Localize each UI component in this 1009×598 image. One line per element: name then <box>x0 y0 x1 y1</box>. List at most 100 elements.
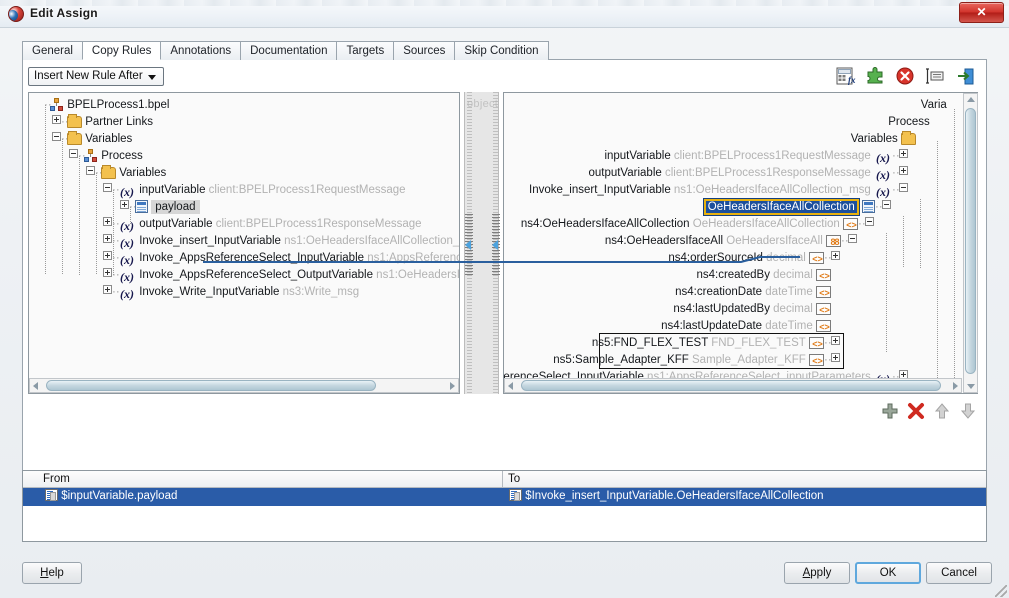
tree-node[interactable]: ··(x) inputVariable client:BPELProcess1R… <box>103 182 406 198</box>
collapse-icon[interactable] <box>882 200 891 209</box>
scroll-right-icon-2[interactable] <box>953 382 958 390</box>
scroll-left-icon-2[interactable] <box>508 382 513 390</box>
expand-icon[interactable] <box>103 268 112 277</box>
node-label[interactable]: Variables <box>85 133 132 145</box>
expand-icon[interactable] <box>103 217 112 226</box>
node-label[interactable]: inputVariable <box>604 150 670 162</box>
tree-node[interactable]: ns4:creationDate dateTime <box>675 284 840 301</box>
expand-icon[interactable] <box>103 234 112 243</box>
node-label[interactable]: Partner Links <box>85 116 153 128</box>
table-row[interactable]: $inputVariable.payload $Invoke_insert_In… <box>23 488 986 506</box>
node-label[interactable]: Process <box>888 116 930 128</box>
node-label[interactable]: outputVariable <box>139 218 212 230</box>
tree-node[interactable]: ·· Variables <box>86 165 166 181</box>
tree-splitter[interactable]: object <box>464 92 500 394</box>
node-label[interactable]: Process <box>101 150 143 162</box>
tree-node[interactable]: ··(x) Invoke_AppsReferenceSelect_InputVa… <box>103 250 459 266</box>
node-label[interactable]: Invoke_AppsReferenceSelect_OutputVariabl… <box>139 269 373 281</box>
scroll-right-icon[interactable] <box>450 382 455 390</box>
delete-rule-button[interactable] <box>906 401 926 421</box>
collapse-icon[interactable] <box>865 217 874 226</box>
node-label[interactable]: Invoke_AppsReferenceSelect_InputVariable <box>139 252 364 264</box>
tree-node[interactable]: ns4:OeHeadersIfaceAll OeHeadersIfaceAll … <box>605 233 857 250</box>
source-tree-hscrollbar[interactable] <box>29 378 459 393</box>
goto-icon[interactable] <box>954 65 976 87</box>
tree-node[interactable]: ··(x) Invoke_Write_InputVariable ns3:Wri… <box>103 284 359 300</box>
tree-node[interactable]: ·· payload <box>120 199 200 215</box>
expand-icon[interactable] <box>899 166 908 175</box>
tab-general[interactable]: General <box>22 41 83 60</box>
tree-node[interactable]: ·· Partner Links <box>52 114 153 130</box>
expand-icon[interactable] <box>120 200 129 209</box>
node-label[interactable]: BPELProcess1.bpel <box>67 99 169 111</box>
tree-node[interactable]: ns4:orderSourceId decimal ·· <box>668 250 840 267</box>
expand-icon[interactable] <box>103 285 112 294</box>
splitter-arrow-left-icon[interactable] <box>465 240 471 250</box>
collapse-icon[interactable] <box>52 132 61 141</box>
scroll-down-icon[interactable] <box>967 384 975 389</box>
help-button[interactable]: Help <box>22 562 82 584</box>
tree-node[interactable]: ·· Variables <box>52 131 132 147</box>
tab-sources[interactable]: Sources <box>393 41 456 60</box>
node-label[interactable]: Varia <box>921 99 947 111</box>
tab-skip-condition[interactable]: Skip Condition <box>454 41 549 60</box>
node-label[interactable]: Invoke_insert_InputVariable <box>139 235 281 247</box>
apply-button[interactable]: Apply <box>784 562 850 584</box>
expand-icon[interactable] <box>52 115 61 124</box>
insert-rule-mode-select[interactable]: Insert New Rule After <box>28 67 164 86</box>
source-tree-pane[interactable]: ·· BPELProcess1.bpel ·· Partner Links ·· V… <box>28 92 460 394</box>
column-header-from[interactable]: From <box>38 471 503 488</box>
ok-button[interactable]: OK <box>855 562 921 584</box>
node-label[interactable]: inputVariable <box>139 184 205 196</box>
scroll-left-icon[interactable] <box>33 382 38 390</box>
node-label[interactable]: ns4:OeHeadersIfaceAll <box>605 235 723 247</box>
insert-function-icon[interactable] <box>864 65 886 87</box>
node-label[interactable]: ns4:lastUpdatedBy <box>673 303 770 315</box>
target-tree-vscrollbar[interactable] <box>963 93 978 393</box>
tree-node[interactable]: inputVariable client:BPELProcess1Request… <box>604 148 908 164</box>
node-label[interactable]: payload <box>151 200 200 214</box>
vscroll-thumb[interactable] <box>965 108 976 374</box>
xpath-expression-builder-icon[interactable]: fx <box>834 65 856 87</box>
tree-node[interactable]: ··(x) Invoke_AppsReferenceSelect_OutputV… <box>103 267 459 283</box>
target-tree-pane[interactable]: Varia Process Variables inputVariable cl… <box>503 92 978 394</box>
tree-node[interactable]: Process <box>888 114 942 130</box>
tree-node[interactable]: OeHeadersIfaceAllCollection ·· <box>702 198 891 216</box>
node-label[interactable]: ns4:creationDate <box>675 286 762 298</box>
tree-node[interactable]: ns4:OeHeadersIfaceAllCollection OeHeader… <box>521 216 874 233</box>
tree-node[interactable]: outputVariable client:BPELProcess1Respon… <box>588 165 908 181</box>
tab-copy-rules[interactable]: Copy Rules <box>81 41 162 60</box>
tab-documentation[interactable]: Documentation <box>240 41 338 60</box>
tree-node[interactable]: ns4:createdBy decimal <box>696 267 840 284</box>
collapse-icon[interactable] <box>69 149 78 158</box>
node-label[interactable]: ns4:lastUpdateDate <box>661 320 762 332</box>
collapse-icon[interactable] <box>848 234 857 243</box>
expand-icon[interactable] <box>103 251 112 260</box>
tab-annotations[interactable]: Annotations <box>160 41 242 60</box>
tree-node[interactable]: ns4:lastUpdateDate dateTime <box>661 318 840 335</box>
scroll-up-icon[interactable] <box>967 97 975 102</box>
cancel-button[interactable]: Cancel <box>926 562 992 584</box>
expand-icon[interactable] <box>831 251 840 260</box>
add-rule-button[interactable] <box>880 401 900 421</box>
tree-node[interactable]: Variables <box>851 131 925 147</box>
collapse-icon[interactable] <box>103 183 112 192</box>
collapse-icon[interactable] <box>899 183 908 192</box>
node-label[interactable]: Variables <box>851 133 898 145</box>
target-tree-hscrollbar[interactable] <box>504 378 962 393</box>
column-header-to[interactable]: To <box>503 471 986 488</box>
tree-node[interactable]: ns4:lastUpdatedBy decimal <box>673 301 840 318</box>
close-icon[interactable]: ✕ <box>959 2 1004 23</box>
delete-rule-icon[interactable] <box>894 65 916 87</box>
node-label[interactable]: Invoke_Write_InputVariable <box>139 286 279 298</box>
splitter-arrow-right-icon[interactable] <box>492 240 498 250</box>
node-label[interactable]: Invoke_insert_InputVariable <box>529 184 671 196</box>
node-label[interactable]: outputVariable <box>588 167 661 179</box>
resize-grip[interactable] <box>995 585 1007 597</box>
node-label[interactable]: ns4:OeHeadersIfaceAllCollection <box>521 218 690 230</box>
tree-node[interactable]: ·· BPELProcess1.bpel <box>35 97 170 113</box>
collapse-icon[interactable] <box>86 166 95 175</box>
hscroll-thumb[interactable] <box>46 380 376 391</box>
hscroll-thumb-2[interactable] <box>521 380 941 391</box>
node-label[interactable]: Variables <box>119 167 166 179</box>
